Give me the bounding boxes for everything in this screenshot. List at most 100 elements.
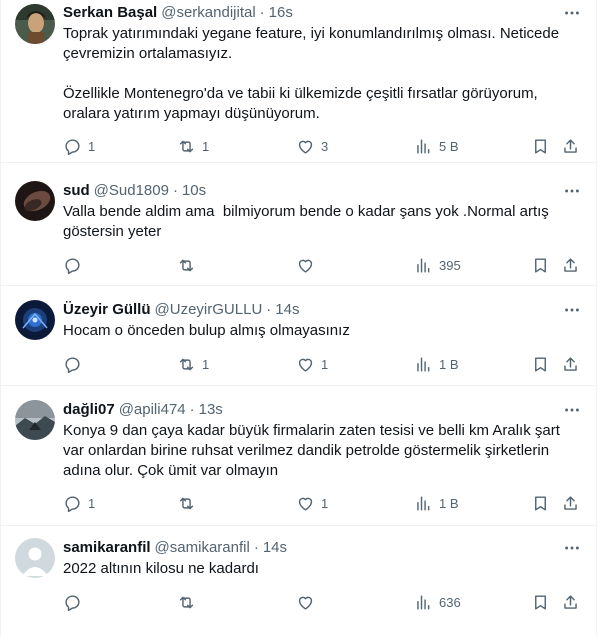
- reply-button[interactable]: [63, 254, 88, 276]
- share-button[interactable]: [561, 135, 580, 157]
- display-name[interactable]: sud: [63, 181, 90, 201]
- tweet-header: Serkan Başal @serkandijital · 16s: [63, 2, 293, 24]
- username[interactable]: @serkandijital: [161, 3, 255, 23]
- share-button[interactable]: [561, 492, 580, 514]
- more-options-button[interactable]: [562, 538, 582, 558]
- avatar[interactable]: [15, 538, 55, 578]
- tweet-header: samikaranfil @samikaranfil · 14s: [63, 537, 287, 559]
- username[interactable]: @apili474: [119, 400, 186, 420]
- username[interactable]: @Sud1809: [94, 181, 169, 201]
- tweet[interactable]: dağli07 @apili474 · 13s Konya 9 dan çaya…: [1, 386, 596, 526]
- views-button[interactable]: 395: [414, 254, 461, 276]
- tweet-header: Üzeyir Güllü @UzeyirGULLU · 14s: [63, 299, 299, 321]
- reply-button[interactable]: 1: [63, 492, 95, 514]
- view-count: 1 B: [439, 356, 459, 372]
- more-options-button[interactable]: [562, 400, 582, 420]
- repost-button[interactable]: [177, 492, 202, 514]
- like-button[interactable]: 1: [296, 353, 328, 375]
- like-button[interactable]: 3: [296, 135, 328, 157]
- share-icon: [564, 138, 577, 153]
- like-count: 1: [321, 495, 329, 511]
- share-icon: [564, 257, 577, 272]
- timestamp[interactable]: 14s: [263, 538, 287, 558]
- views-button[interactable]: 1 B: [414, 492, 459, 514]
- bookmark-button[interactable]: [531, 254, 550, 276]
- username[interactable]: @samikaranfil: [155, 538, 250, 558]
- share-button[interactable]: [561, 591, 580, 613]
- timestamp[interactable]: 10s: [182, 181, 206, 201]
- repost-button[interactable]: 1: [177, 135, 209, 157]
- bookmark-icon: [535, 138, 546, 154]
- more-horizontal-icon: [565, 308, 579, 312]
- more-horizontal-icon: [565, 546, 579, 550]
- share-button[interactable]: [561, 254, 580, 276]
- share-button[interactable]: [561, 353, 580, 375]
- more-horizontal-icon: [565, 408, 579, 412]
- heart-icon: [298, 596, 313, 610]
- avatar[interactable]: [15, 400, 55, 440]
- avatar-photo: [15, 400, 55, 440]
- bookmark-button[interactable]: [531, 135, 550, 157]
- avatar[interactable]: [15, 4, 55, 44]
- display-name[interactable]: Serkan Başal: [63, 3, 157, 23]
- repost-icon: [179, 140, 194, 152]
- like-count: 1: [321, 356, 329, 372]
- tweet[interactable]: sud @Sud1809 · 10s Valla bende aldim ama…: [1, 163, 596, 286]
- repost-icon: [179, 259, 194, 271]
- repost-count: 1: [202, 138, 210, 154]
- reply-button[interactable]: [63, 353, 88, 375]
- display-name[interactable]: samikaranfil: [63, 538, 151, 558]
- bookmark-icon: [535, 257, 546, 273]
- reply-button[interactable]: [63, 591, 88, 613]
- like-count: 3: [321, 138, 329, 154]
- repost-button[interactable]: 1: [177, 353, 209, 375]
- heart-icon: [298, 358, 313, 372]
- bookmark-button[interactable]: [531, 492, 550, 514]
- reply-icon: [65, 356, 80, 373]
- share-icon: [564, 495, 577, 510]
- share-icon: [564, 594, 577, 609]
- tweet[interactable]: Serkan Başal @serkandijital · 16s Toprak…: [1, 0, 596, 163]
- display-name[interactable]: dağli07: [63, 400, 115, 420]
- repost-icon: [179, 358, 194, 370]
- view-count: 5 B: [439, 138, 459, 154]
- bookmark-button[interactable]: [531, 353, 550, 375]
- display-name[interactable]: Üzeyir Güllü: [63, 300, 151, 320]
- separator-dot: ·: [259, 4, 265, 21]
- reply-button[interactable]: 1: [63, 135, 95, 157]
- tweet-actions: 395: [51, 254, 585, 276]
- tweet[interactable]: Üzeyir Güllü @UzeyirGULLU · 14s Hocam o …: [1, 286, 596, 386]
- repost-count: 1: [202, 356, 210, 372]
- avatar[interactable]: [15, 181, 55, 221]
- reply-icon: [65, 138, 80, 155]
- like-button[interactable]: [296, 591, 321, 613]
- view-count: 395: [439, 257, 461, 273]
- more-options-button[interactable]: [562, 181, 582, 201]
- heart-icon: [298, 140, 313, 154]
- more-options-button[interactable]: [562, 300, 582, 320]
- default-avatar-icon: [15, 538, 55, 578]
- avatar-photo: [15, 181, 55, 221]
- repost-button[interactable]: [177, 254, 202, 276]
- timestamp[interactable]: 13s: [199, 400, 223, 420]
- more-options-button[interactable]: [562, 3, 582, 23]
- views-button[interactable]: 1 B: [414, 353, 459, 375]
- repost-button[interactable]: [177, 591, 202, 613]
- separator-dot: ·: [189, 401, 195, 418]
- avatar[interactable]: [15, 300, 55, 340]
- timestamp[interactable]: 16s: [269, 3, 293, 23]
- views-chart-icon: [417, 495, 430, 511]
- bookmark-button[interactable]: [531, 591, 550, 613]
- reply-icon: [65, 257, 80, 274]
- tweet[interactable]: samikaranfil @samikaranfil · 14s 2022 al…: [1, 526, 596, 636]
- tweet-text: Toprak yatırımındaki yegane feature, iyi…: [63, 25, 560, 122]
- like-button[interactable]: 1: [296, 492, 328, 514]
- views-button[interactable]: 5 B: [414, 135, 459, 157]
- like-button[interactable]: [296, 254, 321, 276]
- username[interactable]: @UzeyirGULLU: [155, 300, 263, 320]
- tweet-text: 2022 altının kilosu ne kadardı: [63, 560, 259, 577]
- views-button[interactable]: 636: [414, 591, 461, 613]
- view-count: 636: [439, 594, 461, 610]
- timestamp[interactable]: 14s: [275, 300, 299, 320]
- reply-count: 1: [88, 138, 96, 154]
